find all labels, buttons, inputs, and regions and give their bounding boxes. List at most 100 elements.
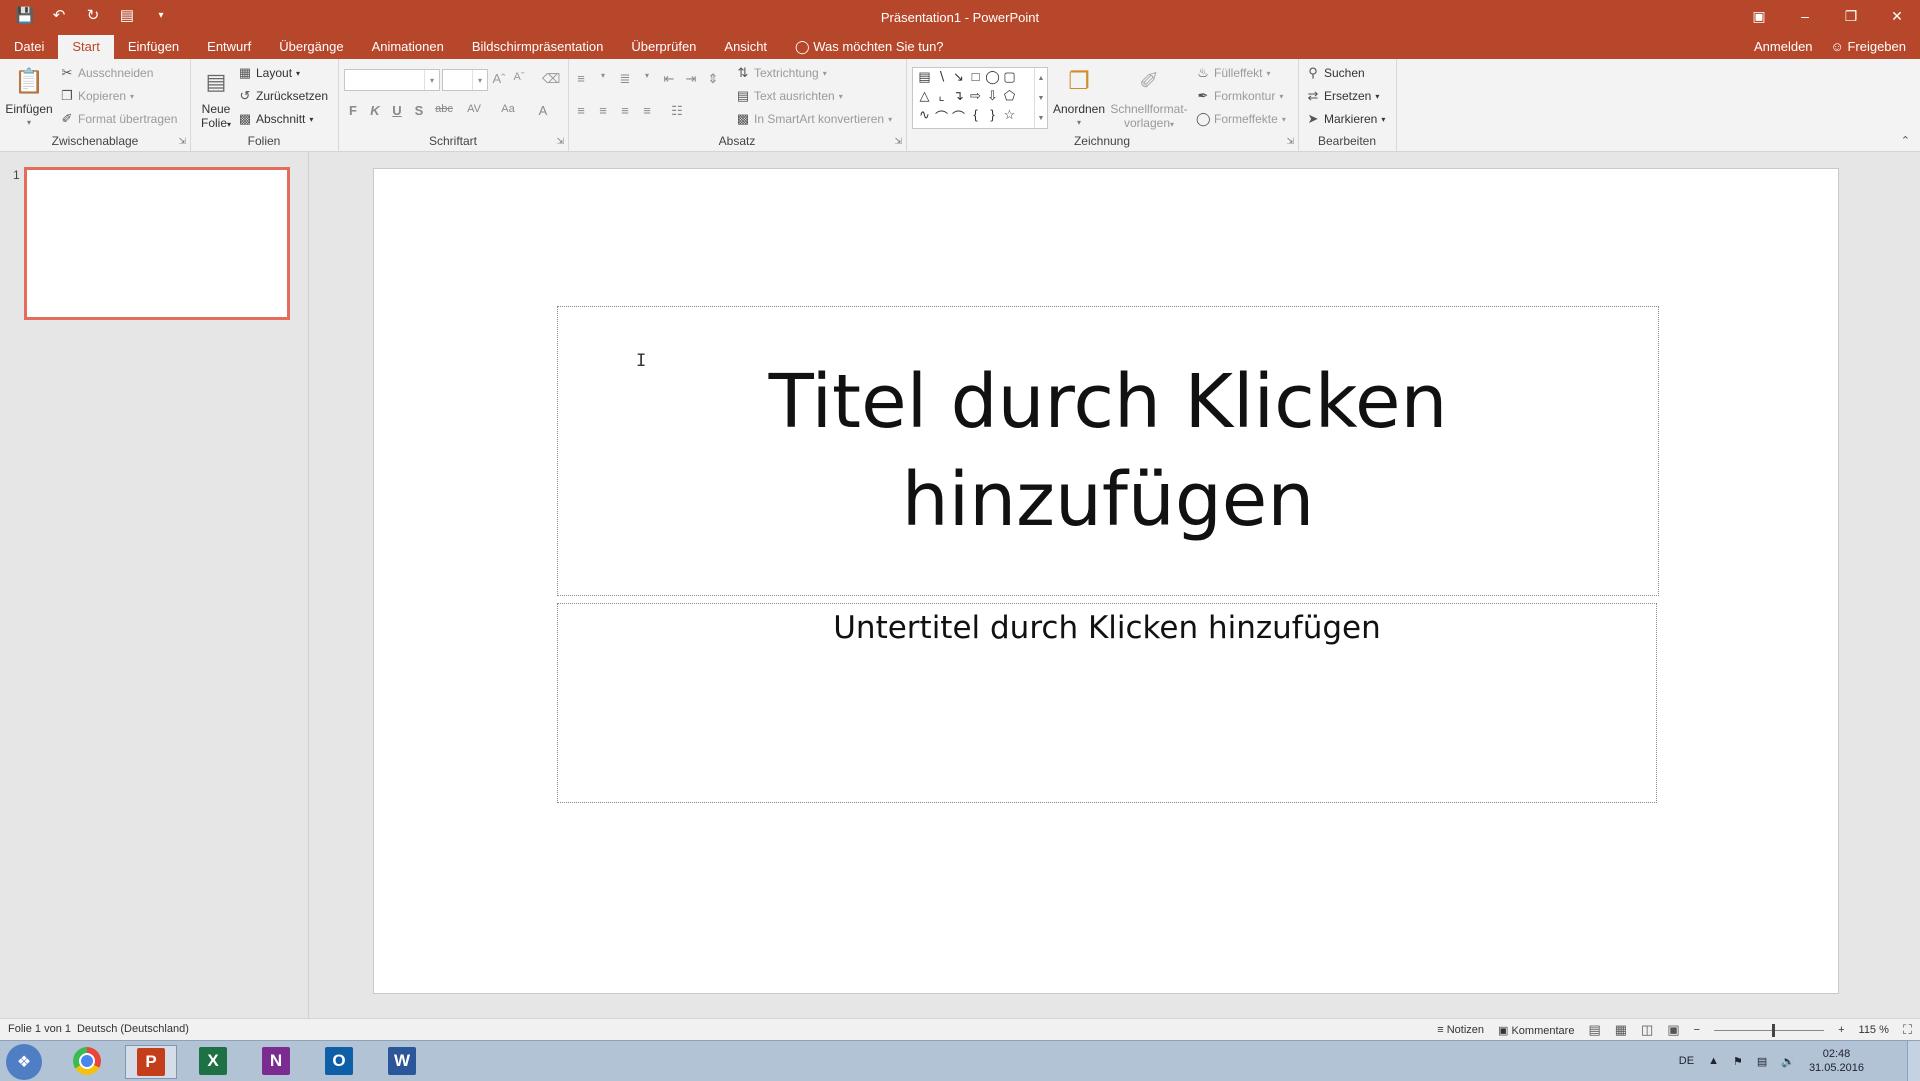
tab-datei[interactable]: Datei (0, 35, 58, 59)
reset-button[interactable]: ↺ Zurücksetzen (238, 88, 328, 104)
ribbon-display-options-icon[interactable]: ▣ (1736, 0, 1782, 32)
arrow-line-shape-icon[interactable]: ↘ (950, 69, 967, 88)
change-case-button[interactable]: Aa (494, 103, 522, 118)
sign-in-link[interactable]: Anmelden (1754, 35, 1813, 59)
tell-me-box[interactable]: ◯ Was möchten Sie tun? (781, 35, 958, 59)
replace-button[interactable]: ⇄ Ersetzen ▾ (1306, 88, 1380, 104)
zoom-in-icon[interactable]: + (1838, 1024, 1844, 1036)
smartart-button[interactable]: ▩ In SmartArt konvertieren ▾ (736, 111, 892, 127)
bold-button[interactable]: F (346, 103, 360, 118)
subtitle-placeholder[interactable]: Untertitel durch Klicken hinzufügen (557, 603, 1657, 803)
chevron-down-icon[interactable]: ▾ (596, 71, 610, 87)
tab-start[interactable]: Start (58, 35, 114, 59)
slide-sorter-icon[interactable]: ▦ (1615, 1022, 1627, 1038)
line-spacing-icon[interactable]: ⇕ (706, 71, 720, 87)
bullets-icon[interactable]: ≡ (574, 71, 588, 87)
layout-button[interactable]: ▦ Layout ▾ (238, 65, 300, 81)
left-brace-shape-icon[interactable]: { (967, 107, 984, 126)
taskbar-app-excel[interactable]: X (188, 1045, 238, 1077)
chevron-down-icon[interactable]: ▾ (472, 70, 487, 90)
shape-effects-button[interactable]: ◯ Formeffekte ▾ (1196, 111, 1286, 127)
character-spacing-button[interactable]: AV (462, 103, 486, 118)
right-arrow-shape-icon[interactable]: ⇨ (967, 88, 984, 107)
right-brace-shape-icon[interactable]: } (984, 107, 1001, 126)
gallery-more-icon[interactable]: ▼ (1038, 115, 1045, 122)
elbow-connector-shape-icon[interactable]: ⌞ (933, 88, 950, 107)
find-button[interactable]: ⚲ Suchen (1306, 65, 1364, 81)
strikethrough-button[interactable]: abc (434, 103, 454, 118)
align-text-button[interactable]: ▤ Text ausrichten ▾ (736, 88, 843, 104)
minimize-icon[interactable]: – (1782, 0, 1828, 32)
shrink-font-button[interactable]: Aˇ (512, 71, 526, 83)
comments-button[interactable]: ▣ Kommentare (1498, 1024, 1574, 1037)
italic-button[interactable]: K (368, 103, 382, 118)
clear-formatting-button[interactable]: ⌫ (542, 71, 560, 87)
tab-bildschirmpraesentation[interactable]: Bildschirmpräsentation (458, 35, 618, 59)
zoom-slider-handle[interactable] (1772, 1023, 1776, 1037)
font-name-combo[interactable]: ▾ (344, 69, 440, 91)
slideshow-view-icon[interactable]: ▣ (1667, 1022, 1679, 1038)
line-shape-icon[interactable]: ∖ (933, 69, 950, 88)
font-color-button[interactable]: A (536, 103, 550, 118)
format-painter-button[interactable]: ✐ Format übertragen (60, 111, 178, 127)
align-left-icon[interactable]: ≡ (574, 103, 588, 119)
dialog-launcher-icon[interactable]: ⇲ (178, 136, 186, 147)
down-arrow-shape-icon[interactable]: ⇩ (984, 88, 1001, 107)
notes-button[interactable]: ≡ Notizen (1437, 1024, 1484, 1036)
title-placeholder[interactable]: Titel durch Klicken hinzufügen (557, 306, 1659, 596)
arc-shape-icon[interactable]: ⌒ (950, 107, 967, 126)
font-size-combo[interactable]: ▾ (442, 69, 488, 91)
share-button[interactable]: ☺ Freigeben (1831, 35, 1906, 59)
slide-thumbnail[interactable] (24, 167, 290, 320)
show-hidden-icons-icon[interactable]: ▲ (1708, 1055, 1719, 1067)
curve-shape-icon[interactable]: ⌒ (933, 107, 950, 126)
tab-uebergaenge[interactable]: Übergänge (265, 35, 357, 59)
rounded-rectangle-shape-icon[interactable]: ▢ (1001, 69, 1018, 88)
dialog-launcher-icon[interactable]: ⇲ (894, 136, 902, 147)
restore-icon[interactable]: ❐ (1828, 0, 1874, 32)
reading-view-icon[interactable]: ◫ (1641, 1022, 1653, 1038)
arrange-button[interactable]: ❐ Anordnen ▾ (1050, 65, 1108, 130)
underline-button[interactable]: U (390, 103, 404, 118)
network-icon[interactable]: ▤ (1757, 1055, 1767, 1068)
input-language[interactable]: DE (1679, 1055, 1694, 1067)
slide-canvas[interactable]: Titel durch Klicken hinzufügen Untertite… (373, 168, 1839, 994)
columns-icon[interactable]: ☷ (670, 103, 684, 119)
align-center-icon[interactable]: ≡ (596, 103, 610, 119)
new-slide-button[interactable]: ▤ Neue Folie▾ (194, 65, 238, 132)
collapse-ribbon-icon[interactable]: ⌃ (1901, 134, 1910, 147)
tab-einfuegen[interactable]: Einfügen (114, 35, 193, 59)
normal-view-icon[interactable]: ▤ (1588, 1022, 1600, 1038)
tab-entwurf[interactable]: Entwurf (193, 35, 265, 59)
language-indicator[interactable]: Deutsch (Deutschland) (77, 1023, 189, 1035)
increase-indent-icon[interactable]: ⇥ (684, 71, 698, 87)
taskbar-app-chrome[interactable] (62, 1045, 112, 1077)
oval-shape-icon[interactable]: ◯ (984, 69, 1001, 88)
decrease-indent-icon[interactable]: ⇤ (662, 71, 676, 87)
copy-button[interactable]: ❐ Kopieren ▾ (60, 88, 134, 104)
shape-outline-button[interactable]: ✒ Formkontur ▾ (1196, 88, 1284, 104)
triangle-shape-icon[interactable]: △ (916, 88, 933, 107)
numbering-icon[interactable]: ≣ (618, 71, 632, 87)
quick-styles-button[interactable]: ✐ Schnellformat- vorlagen▾ (1108, 65, 1190, 132)
taskbar-app-onenote[interactable]: N (251, 1045, 301, 1077)
taskbar-app-word[interactable]: W (377, 1045, 427, 1077)
gallery-scroll-up-icon[interactable]: ▲ (1038, 75, 1045, 82)
close-icon[interactable]: ✕ (1874, 0, 1920, 32)
action-center-flag-icon[interactable]: ⚑ (1733, 1055, 1743, 1068)
align-right-icon[interactable]: ≡ (618, 103, 632, 119)
fit-slide-icon[interactable]: ⛶ (1903, 1022, 1912, 1038)
elbow-arrow-shape-icon[interactable]: ↴ (950, 88, 967, 107)
textbox-shape-icon[interactable]: ▤ (916, 69, 933, 88)
freeform-shape-icon[interactable]: ⬠ (1001, 88, 1018, 107)
shadow-button[interactable]: S (412, 103, 426, 118)
volume-icon[interactable]: 🔊 (1781, 1055, 1795, 1068)
clock[interactable]: 02:48 31.05.2016 (1809, 1047, 1864, 1075)
taskbar-app-powerpoint[interactable]: P (125, 1045, 177, 1079)
cut-button[interactable]: ✂ Ausschneiden (60, 65, 154, 81)
dialog-launcher-icon[interactable]: ⇲ (556, 136, 564, 147)
section-button[interactable]: ▩ Abschnitt ▾ (238, 111, 314, 127)
show-desktop-button[interactable] (1907, 1041, 1920, 1081)
text-direction-button[interactable]: ⇅ Textrichtung ▾ (736, 65, 827, 81)
paste-button[interactable]: 📋 Einfügen ▾ (4, 65, 54, 130)
